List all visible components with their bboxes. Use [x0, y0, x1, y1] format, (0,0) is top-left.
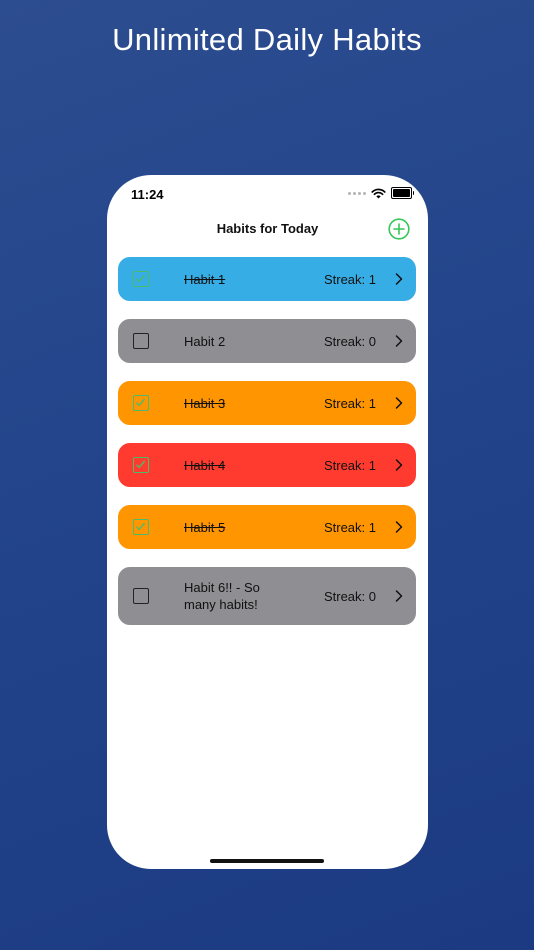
- page-title: Habits for Today: [216, 221, 319, 236]
- checkbox-checked[interactable]: [133, 457, 149, 473]
- marketing-headline: Unlimited Daily Habits: [112, 22, 422, 57]
- chevron-right-icon: [395, 397, 403, 409]
- home-indicator[interactable]: [210, 859, 324, 863]
- habit-row[interactable]: Habit 1 Streak: 1: [118, 257, 416, 301]
- habit-row[interactable]: Habit 2 Streak: 0: [118, 319, 416, 363]
- streak-label: Streak: 1: [323, 457, 376, 473]
- checkbox-checked[interactable]: [133, 395, 149, 411]
- wifi-icon: [371, 188, 386, 198]
- add-habit-button[interactable]: [388, 218, 410, 240]
- habit-name: Habit 3: [184, 395, 226, 411]
- checkmark-icon: [136, 522, 146, 531]
- checkbox-checked[interactable]: [133, 271, 149, 287]
- habit-row[interactable]: Habit 3 Streak: 1: [118, 381, 416, 425]
- chevron-right-icon: [395, 521, 403, 533]
- checkmark-icon: [136, 274, 146, 283]
- status-bar: 11:24: [107, 175, 428, 211]
- phone-screen: 11:24 Habits for Today Habit 1 Streak: 1…: [107, 175, 428, 869]
- checkbox-unchecked[interactable]: [133, 588, 149, 604]
- status-icons: [348, 187, 414, 199]
- status-time: 11:24: [131, 187, 164, 202]
- chevron-right-icon: [395, 273, 403, 285]
- habit-row[interactable]: Habit 4 Streak: 1: [118, 443, 416, 487]
- habit-row[interactable]: Habit 5 Streak: 1: [118, 505, 416, 549]
- battery-icon: [391, 187, 414, 199]
- habit-name: Habit 2: [184, 333, 226, 349]
- streak-label: Streak: 0: [323, 333, 376, 349]
- habit-name: Habit 6!! - So many habits!: [184, 580, 260, 612]
- habit-row[interactable]: Habit 6!! - So many habits! Streak: 0: [118, 567, 416, 625]
- chevron-right-icon: [395, 590, 403, 602]
- streak-label: Streak: 1: [323, 271, 376, 287]
- streak-label: Streak: 1: [323, 395, 376, 411]
- chevron-right-icon: [395, 335, 403, 347]
- streak-label: Streak: 0: [323, 588, 376, 604]
- checkmark-icon: [136, 460, 146, 469]
- habit-name: Habit 1: [184, 271, 226, 287]
- chevron-right-icon: [395, 459, 403, 471]
- cellular-signal-icon: [348, 191, 366, 195]
- habit-name: Habit 4: [184, 457, 226, 473]
- checkmark-icon: [136, 398, 146, 407]
- streak-label: Streak: 1: [323, 519, 376, 535]
- habit-name: Habit 5: [184, 519, 226, 535]
- checkbox-checked[interactable]: [133, 519, 149, 535]
- checkbox-unchecked[interactable]: [133, 333, 149, 349]
